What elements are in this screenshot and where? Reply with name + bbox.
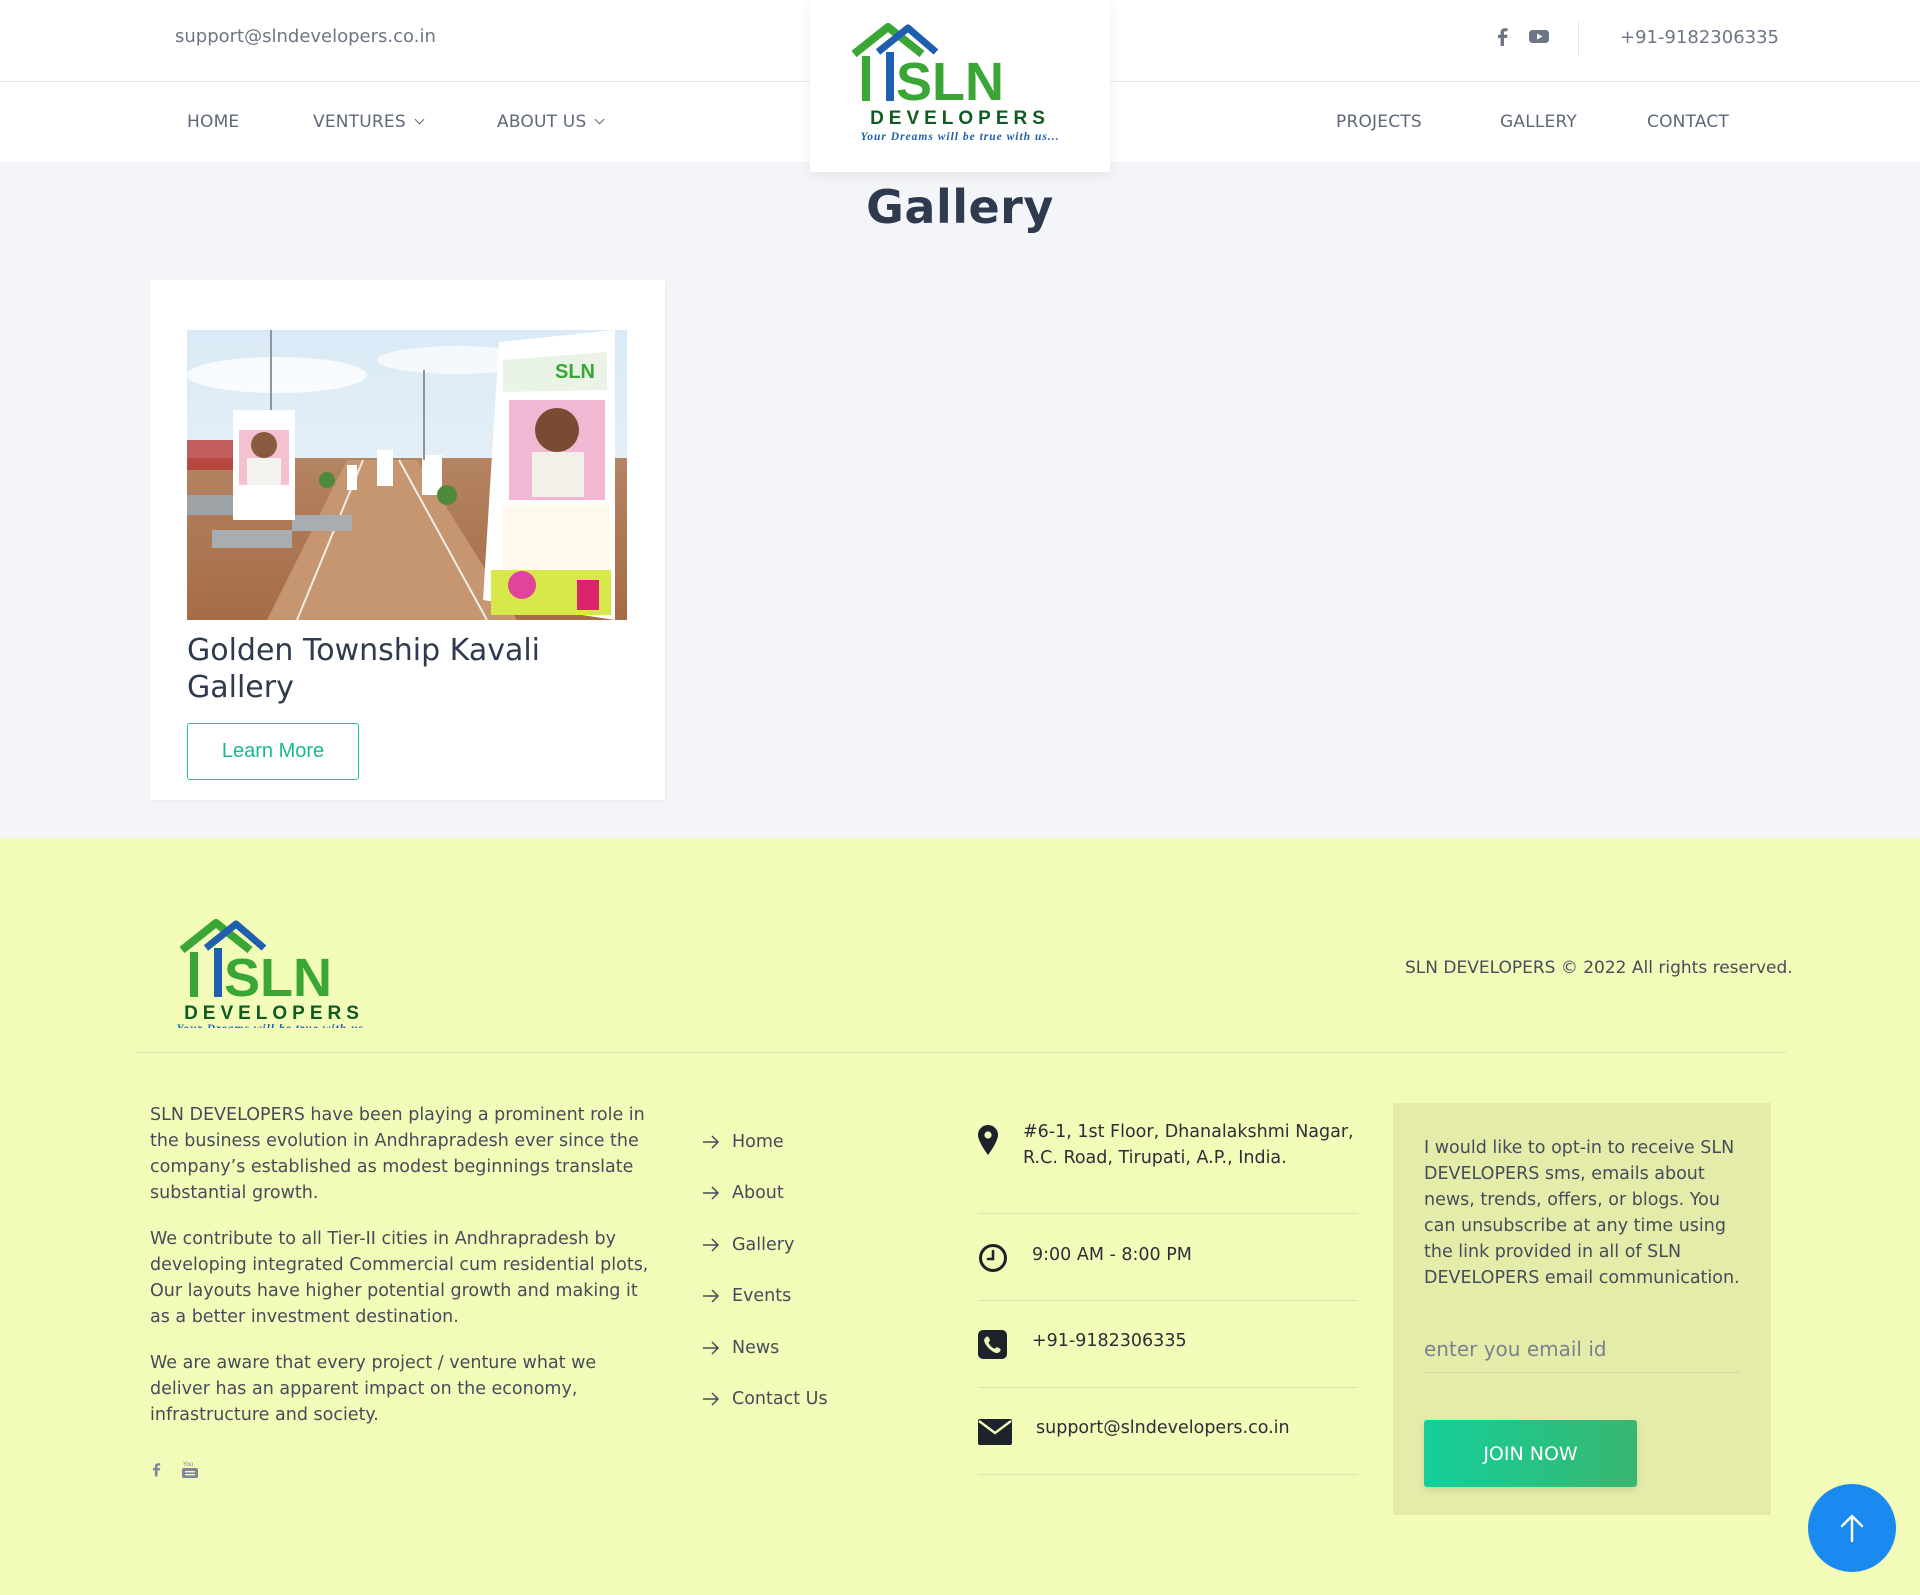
footer-link-news[interactable]: News (703, 1322, 828, 1374)
nav-home[interactable]: HOME (187, 112, 239, 132)
arrow-right-icon (703, 1238, 720, 1252)
footer-link-label: Home (732, 1131, 784, 1152)
nav-projects[interactable]: PROJECTS (1336, 112, 1422, 132)
about-paragraph: We contribute to all Tier-II cities in A… (150, 1229, 649, 1327)
nav-contact-label: CONTACT (1647, 112, 1730, 132)
footer-link-label: Contact Us (732, 1389, 828, 1410)
footer: SLN DEVELOPERS Your Dreams will be true … (0, 838, 1920, 1595)
footer-logo-sub: DEVELOPERS (184, 1003, 364, 1024)
newsletter-box: I would like to opt-in to receive SLN DE… (1393, 1103, 1771, 1515)
nav-home-label: HOME (187, 112, 240, 132)
footer-links: Home About Gallery Events News Contact U… (703, 1116, 828, 1425)
gallery-card-image[interactable]: SLN (187, 330, 627, 620)
page-title: Gallery (866, 180, 1054, 234)
arrow-right-icon (703, 1135, 720, 1149)
facebook-icon[interactable] (1494, 26, 1510, 46)
youtube-icon[interactable]: You (182, 1460, 198, 1478)
newsletter-text: I would like to opt-in to receive SLN DE… (1424, 1138, 1740, 1288)
facebook-icon[interactable] (150, 1460, 162, 1478)
contact-email-text[interactable]: support@slndevelopers.co.in (1036, 1415, 1290, 1441)
nav-ventures-label: VENTURES (313, 112, 406, 132)
footer-about: SLN DEVELOPERS have been playing a promi… (150, 1102, 660, 1448)
nav-contact[interactable]: CONTACT (1647, 112, 1729, 132)
main-content: Gallery SLN Golden Township Kavali Galle… (0, 162, 1920, 838)
contact-address: #6-1, 1st Floor, Dhanalakshmi Nagar, R.C… (978, 1103, 1358, 1214)
logo-brand: SLN (896, 52, 1004, 112)
nav-projects-label: PROJECTS (1336, 112, 1422, 132)
arrow-right-icon (703, 1392, 720, 1406)
contact-phone-text[interactable]: +91-9182306335 (1032, 1328, 1187, 1354)
footer-link-home[interactable]: Home (703, 1116, 828, 1168)
footer-link-label: About (732, 1183, 784, 1204)
footer-link-about[interactable]: About (703, 1168, 828, 1220)
footer-divider (136, 1052, 1786, 1053)
topbar-divider (1578, 22, 1579, 56)
chevron-down-icon (414, 114, 425, 125)
gallery-card-title: Golden Township Kavali Gallery (187, 633, 541, 705)
arrow-right-icon (703, 1289, 720, 1303)
footer-link-gallery[interactable]: Gallery (703, 1219, 828, 1271)
header-logo[interactable]: SLN DEVELOPERS Your Dreams will be true … (810, 0, 1110, 172)
logo-tagline: Your Dreams will be true with us... (861, 131, 1060, 143)
sln-logo: SLN DEVELOPERS Your Dreams will be true … (851, 23, 1060, 143)
nav-gallery[interactable]: GALLERY (1500, 112, 1577, 132)
contact-hours: 9:00 AM - 8:00 PM (978, 1214, 1358, 1301)
contact-phone: +91-9182306335 (978, 1301, 1358, 1388)
nav-about-us[interactable]: ABOUT US (497, 112, 605, 132)
back-to-top-button[interactable] (1808, 1484, 1896, 1572)
arrow-right-icon (703, 1341, 720, 1355)
footer-contact: #6-1, 1st Floor, Dhanalakshmi Nagar, R.C… (978, 1103, 1358, 1475)
address-line-1: #6-1, 1st Floor, Dhanalakshmi Nagar, (1023, 1122, 1354, 1142)
map-pin-icon (978, 1125, 998, 1155)
contact-email: support@slndevelopers.co.in (978, 1388, 1358, 1475)
footer-logo-tagline: Your Dreams will be true with us... (177, 1023, 376, 1028)
about-paragraph: We are aware that every project / ventur… (150, 1353, 597, 1425)
copyright-text: SLN DEVELOPERS © 2022 All rights reserve… (1405, 958, 1793, 978)
svg-text:You: You (183, 1462, 193, 1468)
footer-social: You (150, 1460, 198, 1478)
footer-logo-brand: SLN (224, 948, 332, 1008)
phone-icon (978, 1330, 1007, 1359)
youtube-icon[interactable] (1528, 26, 1550, 46)
svg-text:SLN: SLN (555, 361, 595, 383)
about-paragraph: SLN DEVELOPERS have been playing a promi… (150, 1105, 645, 1203)
nav-about-label: ABOUT US (497, 112, 587, 132)
footer-link-contact-us[interactable]: Contact Us (703, 1374, 828, 1426)
nav-gallery-label: GALLERY (1500, 112, 1577, 132)
clock-icon (979, 1244, 1007, 1272)
topbar-phone[interactable]: +91-9182306335 (1620, 27, 1779, 48)
topbar-social (1494, 26, 1550, 46)
topbar-email[interactable]: support@slndevelopers.co.in (175, 26, 436, 47)
hours-text: 9:00 AM - 8:00 PM (1032, 1245, 1192, 1265)
address-line-2: R.C. Road, Tirupati, A.P., India. (1023, 1148, 1287, 1168)
envelope-icon (978, 1419, 1012, 1445)
footer-link-label: Gallery (732, 1234, 795, 1255)
newsletter-email-input[interactable] (1424, 1325, 1740, 1373)
arrow-right-icon (703, 1186, 720, 1200)
gallery-card: SLN Golden Township Kavali Gallery Learn… (150, 280, 665, 800)
arrow-up-icon (1840, 1514, 1864, 1543)
footer-link-events[interactable]: Events (703, 1271, 828, 1323)
footer-logo[interactable]: SLN DEVELOPERS Your Dreams will be true … (166, 908, 396, 1028)
footer-link-label: News (732, 1337, 780, 1358)
footer-link-label: Events (732, 1286, 792, 1307)
nav-ventures[interactable]: VENTURES (313, 112, 425, 132)
join-now-button[interactable]: JOIN NOW (1424, 1420, 1637, 1487)
chevron-down-icon (595, 114, 605, 125)
logo-sub: DEVELOPERS (870, 108, 1050, 129)
learn-more-button[interactable]: Learn More (187, 723, 359, 780)
